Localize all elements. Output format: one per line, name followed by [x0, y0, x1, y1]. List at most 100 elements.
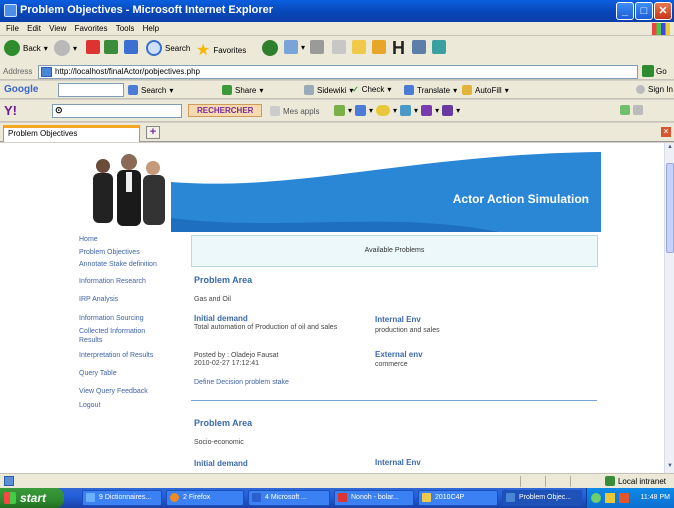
weather-icon — [421, 105, 433, 116]
mail-button[interactable]: ▾ — [284, 40, 305, 54]
extra-tool-button[interactable] — [432, 40, 446, 54]
sidebar-nav: Home Problem Objectives Annotate Stake d… — [79, 235, 191, 410]
history-button[interactable] — [262, 40, 278, 56]
address-input[interactable]: http://localhost/finalActor/pobjectives.… — [38, 65, 638, 79]
define-decision-link[interactable]: Define Decision problem stake — [194, 379, 289, 386]
gear-icon — [633, 105, 643, 115]
check-icon: ✓ — [352, 85, 359, 94]
nav-information-sourcing[interactable]: Information Sourcing — [79, 314, 191, 323]
menu-file[interactable]: File — [6, 22, 19, 36]
taskbar-problem-objectives[interactable]: Problem Objec... — [502, 490, 582, 506]
menu-tools[interactable]: Tools — [116, 22, 135, 36]
network-icon[interactable] — [591, 493, 601, 503]
search-button[interactable]: Search — [146, 40, 190, 56]
back-button[interactable]: Back ▾ — [4, 40, 48, 56]
ie-icon — [4, 4, 17, 17]
start-button[interactable]: start — [0, 488, 64, 508]
translate-button[interactable]: Translate ▾ — [404, 85, 457, 95]
taskbar-nonoh[interactable]: Nonoh - bolar... — [334, 490, 414, 506]
sidewiki-button[interactable]: Sidewiki ▾ — [304, 85, 353, 95]
history-icon — [262, 40, 278, 56]
messenger-button[interactable] — [372, 40, 386, 54]
refresh-button[interactable] — [104, 40, 118, 54]
forward-button[interactable]: ▾ — [54, 40, 77, 56]
scroll-up-icon[interactable]: ▲ — [666, 144, 674, 153]
initial-demand-heading: Initial demand — [194, 314, 248, 323]
menu-view[interactable]: View — [49, 22, 66, 36]
signin-button[interactable]: Sign In — [636, 85, 673, 94]
stop-button[interactable] — [86, 40, 100, 54]
menu-edit[interactable]: Edit — [27, 22, 41, 36]
tab-bar: Problem Objectives + ✕ — [0, 123, 674, 142]
folder-button[interactable] — [352, 40, 366, 54]
internal-env-heading: Internal Env — [375, 458, 421, 467]
edit-button[interactable] — [332, 40, 346, 54]
yahoo-toolbar: Y! ⊙ RECHERCHER Mes appls ▾ ▾ ▾ ▾ ▾ ▾ — [0, 100, 674, 122]
yahoo-search-input[interactable]: ⊙ — [52, 104, 182, 118]
favorites-button[interactable]: ★ Favorites — [196, 40, 246, 60]
research-button[interactable]: H — [392, 38, 405, 59]
nav-information-research[interactable]: Information Research — [79, 277, 191, 286]
volume-icon[interactable] — [605, 493, 615, 503]
rechercher-button[interactable]: RECHERCHER — [188, 104, 263, 117]
nav-view-query-feedback[interactable]: View Query Feedback — [79, 387, 191, 396]
taskbar: start 9 Dictionnaires... 2 Firefox 4 Mic… — [0, 488, 674, 508]
nav-home[interactable]: Home — [79, 235, 191, 244]
menu-favorites[interactable]: Favorites — [75, 22, 108, 36]
taskbar-dictionnaires[interactable]: 9 Dictionnaires... — [82, 490, 162, 506]
google-search-button[interactable]: Search ▾ — [128, 85, 173, 95]
yahoo-tools[interactable]: ▾ ▾ ▾ ▾ ▾ ▾ — [334, 105, 460, 116]
share-button[interactable]: Share ▾ — [222, 85, 263, 95]
autofill-button[interactable]: AutoFill ▾ — [462, 85, 509, 95]
nav-problem-objectives[interactable]: Problem Objectives — [79, 248, 191, 257]
tray-app-icon[interactable] — [619, 493, 629, 503]
close-window-button[interactable]: ✕ — [654, 2, 672, 20]
nav-query-table[interactable]: Query Table — [79, 369, 191, 378]
nonoh-icon — [338, 493, 347, 502]
back-arrow-icon — [4, 40, 20, 56]
menu-help[interactable]: Help — [143, 22, 159, 36]
cloud-icon — [376, 105, 391, 116]
taskbar-firefox[interactable]: 2 Firefox — [166, 490, 244, 506]
minimize-button[interactable]: _ — [616, 2, 634, 20]
go-button[interactable]: Go — [642, 65, 667, 77]
window-title: Problem Objectives - Microsoft Internet … — [20, 4, 274, 16]
internal-env-value: production and sales — [375, 327, 440, 334]
windows-flag-icon — [4, 492, 16, 504]
mes-appls-button[interactable]: Mes appls — [270, 106, 319, 116]
clock: 11:48 PM — [640, 494, 670, 501]
print-button[interactable] — [310, 40, 324, 54]
internal-env-heading: Internal Env — [375, 315, 421, 324]
plus-icon — [620, 105, 630, 115]
folder-icon — [352, 40, 366, 54]
user-icon — [636, 85, 645, 94]
translate-icon — [404, 85, 414, 95]
new-tab-button[interactable]: + — [146, 126, 160, 139]
nav-collected-information[interactable]: Collected Information Results — [79, 327, 159, 345]
scroll-thumb[interactable] — [666, 163, 674, 253]
check-button[interactable]: ✓ Check ▾ — [352, 85, 391, 94]
close-tab-button[interactable]: ✕ — [661, 127, 671, 137]
search-icon — [128, 85, 138, 95]
google-logo: Google — [4, 84, 39, 95]
messenger-icon — [372, 40, 386, 54]
go-arrow-icon — [642, 65, 654, 77]
tab-problem-objectives[interactable]: Problem Objectives — [3, 125, 140, 142]
news-icon — [400, 105, 412, 116]
maximize-button[interactable]: □ — [635, 2, 653, 20]
scroll-down-icon[interactable]: ▼ — [666, 463, 674, 472]
address-label: Address — [3, 67, 33, 76]
vertical-scrollbar[interactable]: ▲ ▼ — [664, 143, 674, 473]
available-problems-box: Available Problems — [191, 235, 598, 267]
translate-tool-button[interactable] — [412, 40, 426, 54]
nav-logout[interactable]: Logout — [79, 401, 191, 410]
home-button[interactable] — [124, 40, 138, 54]
nav-irp-analysis[interactable]: IRP Analysis — [79, 295, 191, 304]
taskbar-2010c4p[interactable]: 2010C4P — [418, 490, 498, 506]
apps-icon — [270, 106, 280, 116]
nav-interpretation[interactable]: Interpretation of Results — [79, 351, 191, 360]
google-search-input[interactable] — [58, 83, 124, 97]
yahoo-settings[interactable] — [620, 105, 643, 115]
taskbar-microsoft[interactable]: 4 Microsoft ... — [248, 490, 330, 506]
nav-annotate-stake[interactable]: Annotate Stake definition — [79, 260, 191, 269]
